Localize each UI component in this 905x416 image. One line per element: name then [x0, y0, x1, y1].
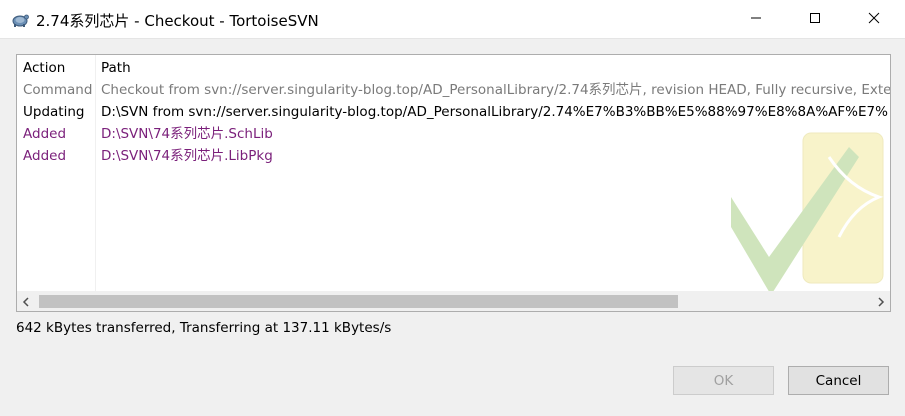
list-item[interactable]: Added D:\SVN\74系列芯片.LibPkg	[17, 145, 890, 167]
maximize-icon	[809, 12, 821, 27]
maximize-button[interactable]	[786, 0, 844, 38]
ok-button[interactable]: OK	[673, 366, 774, 395]
action-cell: Command	[23, 82, 93, 98]
list-item[interactable]: Updating D:\SVN from svn://server.singul…	[17, 101, 890, 123]
tortoisesvn-app-icon	[10, 10, 30, 28]
title-bar: 2.74系列芯片 - Checkout - TortoiseSVN	[0, 0, 905, 39]
minimize-icon	[750, 12, 762, 27]
list-item[interactable]: Command Checkout from svn://server.singu…	[17, 79, 890, 101]
column-header-path[interactable]: Path	[101, 57, 131, 79]
checkout-log-list[interactable]: Action Path Command Checkout from svn://…	[16, 54, 891, 312]
scrollbar-thumb[interactable]	[39, 295, 678, 308]
path-cell: Checkout from svn://server.singularity-b…	[101, 82, 891, 98]
close-icon	[868, 12, 880, 27]
minimize-button[interactable]	[727, 0, 785, 38]
path-cell: D:\SVN\74系列芯片.SchLib	[101, 126, 273, 142]
transfer-status: 642 kBytes transferred, Transferring at …	[16, 320, 392, 336]
column-header-action[interactable]: Action	[23, 57, 65, 79]
action-cell: Updating	[23, 104, 85, 120]
scroll-right-icon[interactable]	[874, 295, 888, 309]
window-title: 2.74系列芯片 - Checkout - TortoiseSVN	[36, 12, 319, 30]
scroll-left-icon[interactable]	[19, 295, 33, 309]
path-cell: D:\SVN\74系列芯片.LibPkg	[101, 148, 273, 164]
cancel-button[interactable]: Cancel	[788, 366, 889, 395]
action-cell: Added	[23, 126, 67, 142]
action-cell: Added	[23, 148, 67, 164]
list-item[interactable]: Added D:\SVN\74系列芯片.SchLib	[17, 123, 890, 145]
horizontal-scrollbar[interactable]	[17, 291, 890, 311]
list-header: Action Path	[17, 57, 890, 79]
path-cell: D:\SVN from svn://server.singularity-blo…	[101, 104, 888, 120]
close-button[interactable]	[845, 0, 903, 38]
